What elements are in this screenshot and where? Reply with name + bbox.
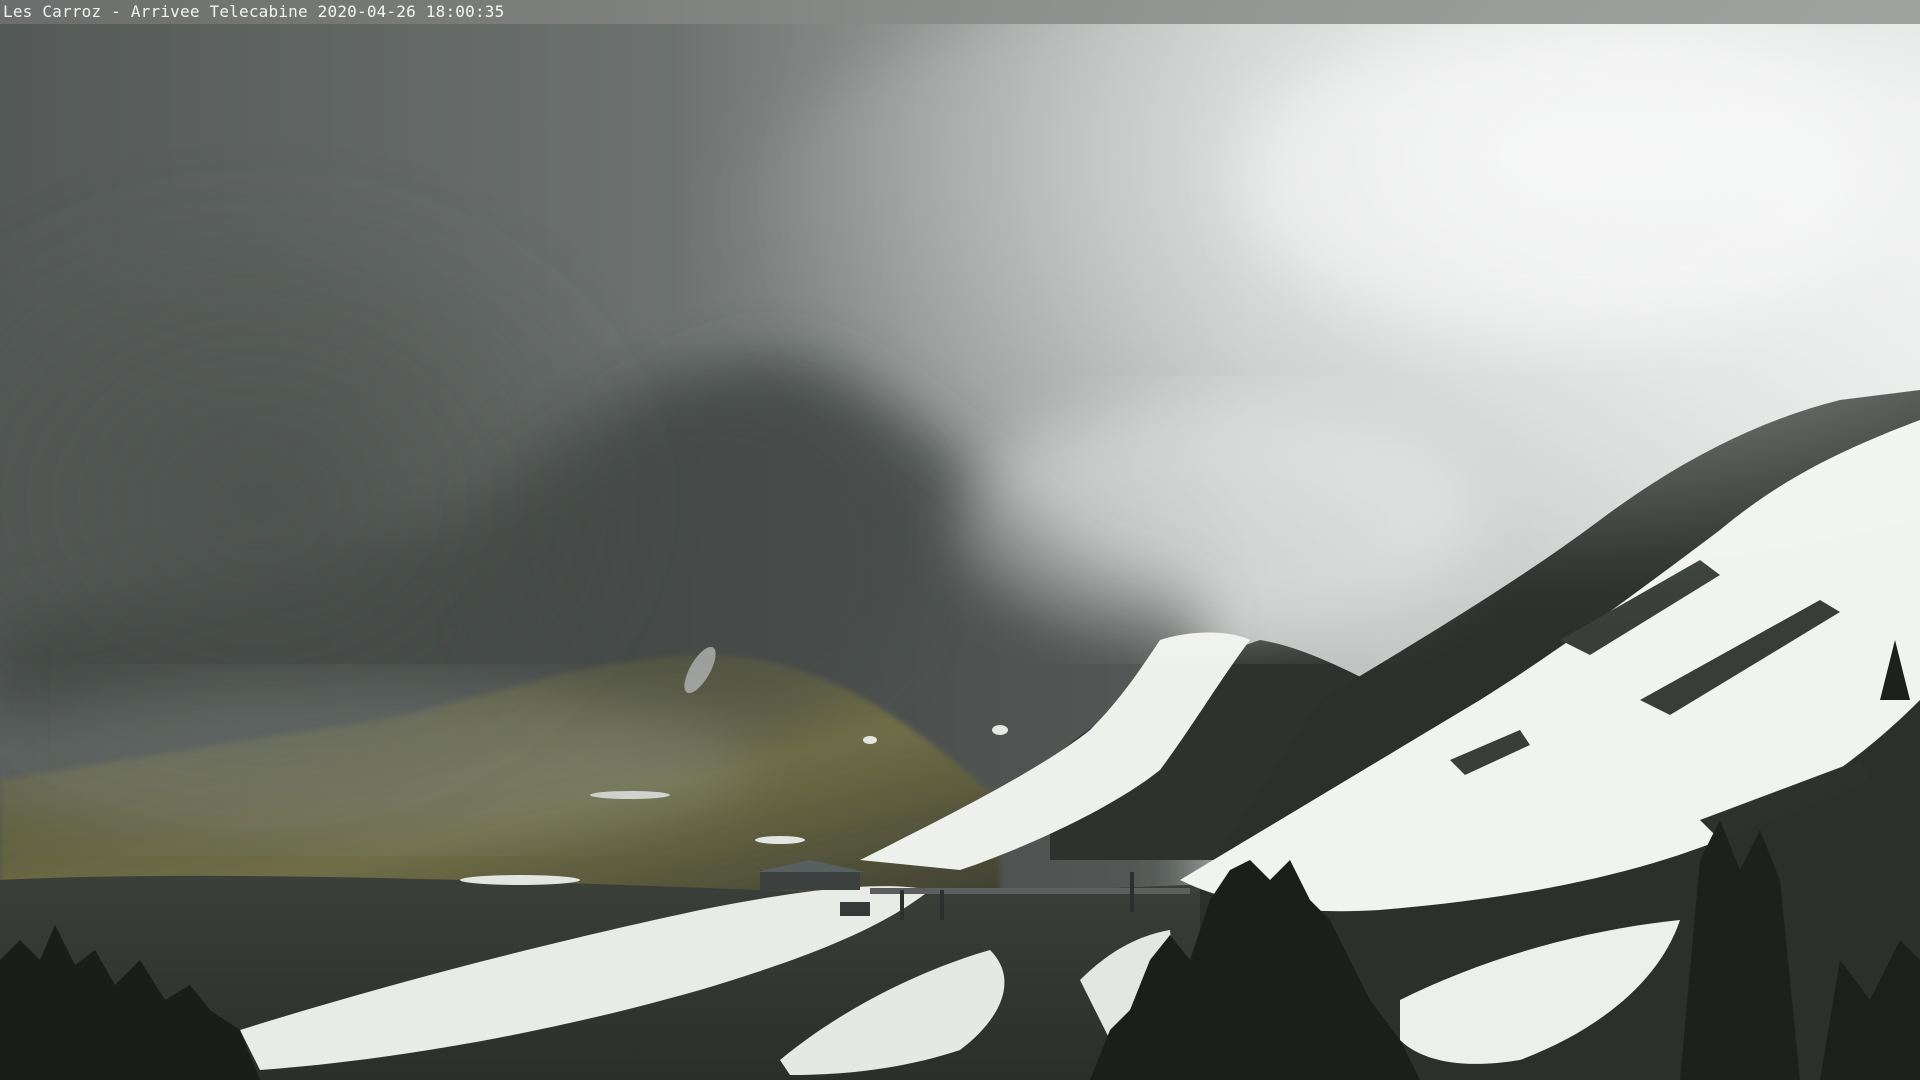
lift-platform xyxy=(870,888,1190,894)
webcam-frame: Les Carroz - Arrivee Telecabine 2020-04-… xyxy=(0,0,1920,1080)
snow-patch xyxy=(460,875,580,885)
dark-fog xyxy=(480,380,920,740)
small-hut xyxy=(840,902,870,916)
fog-bank xyxy=(1240,20,1880,340)
fog-bank xyxy=(960,400,1480,640)
snow-patch xyxy=(755,836,805,844)
webcam-caption: Les Carroz - Arrivee Telecabine 2020-04-… xyxy=(3,2,505,21)
lift-pylon xyxy=(940,890,944,920)
mountain-webcam-scene xyxy=(0,0,1920,1080)
snow-patch xyxy=(992,725,1008,735)
station-building xyxy=(760,870,860,890)
caption-bar: Les Carroz - Arrivee Telecabine 2020-04-… xyxy=(0,0,1920,24)
lift-pylon xyxy=(900,890,904,920)
snow-patch xyxy=(863,736,877,744)
lift-pylon xyxy=(1130,872,1134,912)
